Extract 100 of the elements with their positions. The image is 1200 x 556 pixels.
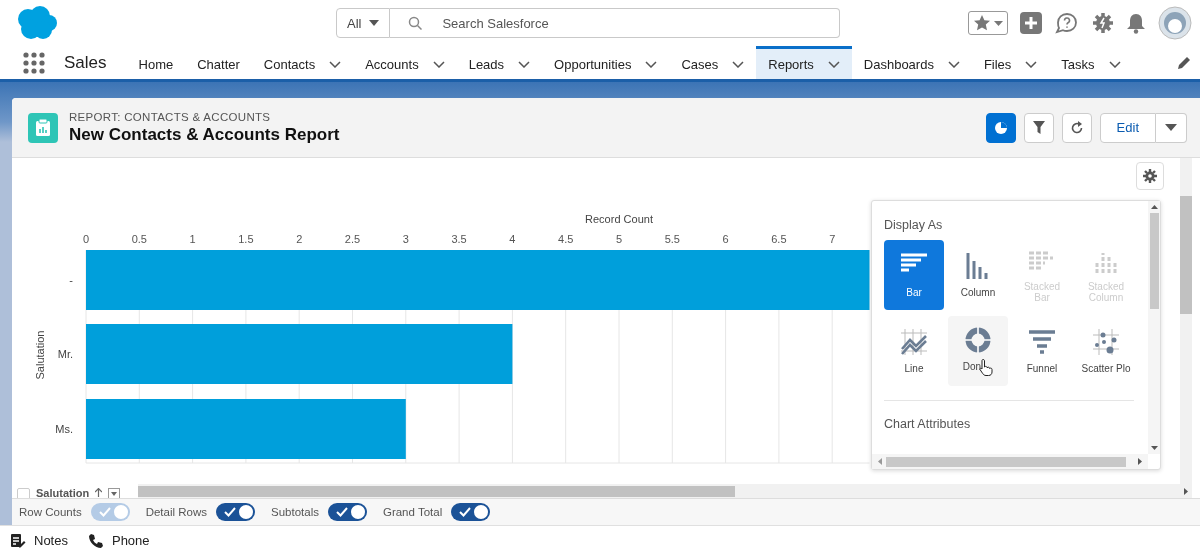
donut-chart-icon	[965, 326, 991, 353]
toggle-switch[interactable]	[327, 503, 367, 521]
select-all-checkbox[interactable]	[17, 488, 30, 498]
scatter-chart-icon	[1093, 328, 1119, 355]
check-icon	[224, 507, 236, 517]
nav-tab[interactable]: Tasks	[1049, 46, 1133, 79]
check-icon	[335, 507, 348, 517]
app-launcher-icon[interactable]	[23, 51, 45, 74]
column-menu-icon[interactable]	[108, 488, 121, 498]
axis-tick-label: 5.5	[664, 233, 680, 245]
scroll-down-icon[interactable]	[1150, 446, 1158, 450]
avatar-icon[interactable]	[1158, 6, 1192, 40]
caret-icon	[369, 20, 380, 26]
axis-tick-label: 2	[296, 233, 303, 245]
chart-type-option[interactable]: Funnel	[1012, 316, 1072, 386]
check-icon	[98, 507, 111, 517]
axis-tick-label: 7	[829, 233, 836, 245]
help-icon[interactable]	[1054, 12, 1080, 34]
category-label: Ms.	[55, 423, 73, 435]
axis-title: Record Count	[585, 213, 653, 225]
vertical-scrollbar[interactable]	[1180, 158, 1192, 484]
scroll-left-icon[interactable]	[878, 458, 882, 465]
toggle-switch[interactable]	[451, 503, 491, 521]
nav-tab[interactable]: Cases	[669, 46, 757, 79]
filter-icon	[1032, 121, 1045, 134]
chevron-down-icon[interactable]	[1108, 60, 1121, 68]
option-label: Bar	[906, 286, 922, 298]
nav-tab[interactable]: Accounts	[353, 46, 457, 79]
chart-settings-button[interactable]	[1136, 162, 1164, 190]
column-header[interactable]: Salutation	[36, 488, 90, 498]
nav-tab[interactable]: Opportunities	[542, 46, 670, 79]
chart-type-option[interactable]: Column	[948, 240, 1008, 310]
chart-type-option[interactable]: Don	[948, 316, 1008, 386]
chart-type-option[interactable]: Scatter Plo	[1076, 316, 1136, 386]
toggle-label: Row Counts	[19, 506, 82, 518]
search-field[interactable]: Search Salesforce	[390, 8, 840, 38]
search-icon	[408, 16, 423, 30]
nav-tab[interactable]: Contacts	[251, 46, 354, 79]
chevron-down-icon[interactable]	[329, 60, 342, 68]
option-label: Don	[962, 360, 982, 372]
nav-tab[interactable]: Reports	[756, 46, 852, 79]
category-label: Mr.	[57, 348, 73, 360]
edit-pencil-icon[interactable]	[1176, 54, 1192, 71]
report-type-label: REPORT: CONTACTS & ACCOUNTS	[69, 110, 272, 123]
option-label: Column	[960, 286, 996, 298]
check-icon	[459, 507, 472, 517]
edit-button[interactable]: Edit	[1099, 112, 1156, 143]
chart-toggle-button[interactable]	[985, 112, 1016, 143]
axis-tick-label: 4.5	[558, 233, 574, 245]
toggle-switch[interactable]	[216, 503, 255, 521]
refresh-icon	[1069, 120, 1084, 135]
nav-tab[interactable]: Chatter	[185, 46, 252, 79]
axis-tick-label: 1	[189, 233, 196, 245]
chart-type-option[interactable]: Bar	[884, 240, 944, 310]
scroll-right-icon[interactable]	[1138, 458, 1142, 465]
scroll-up-icon[interactable]	[1150, 205, 1158, 209]
add-icon[interactable]	[1020, 12, 1042, 34]
horizontal-scrollbar[interactable]	[872, 454, 1148, 469]
report-title: New Contacts & Accounts Report	[69, 124, 340, 145]
notification-bell-icon[interactable]	[1126, 12, 1146, 34]
notes-icon	[10, 532, 26, 549]
nav-tab[interactable]: Dashboards	[851, 46, 972, 79]
nav-tab[interactable]: Leads	[456, 46, 543, 79]
app-name: Sales	[64, 52, 107, 73]
toggle-label: Subtotals	[271, 506, 319, 518]
pie-chart-icon	[993, 120, 1008, 135]
sort-ascending-icon[interactable]	[95, 488, 103, 497]
column-chart-icon	[965, 252, 991, 279]
phone-icon	[87, 532, 104, 549]
more-actions-button[interactable]	[1156, 112, 1187, 143]
toggle-label: Detail Rows	[145, 506, 207, 518]
chart-type-option[interactable]: Line	[884, 316, 944, 386]
funnel-chart-icon	[1029, 328, 1055, 355]
option-label: Funnel	[1026, 362, 1058, 374]
chevron-down-icon[interactable]	[645, 60, 658, 68]
chevron-down-icon[interactable]	[1025, 60, 1038, 68]
favorites-button[interactable]	[968, 11, 1008, 35]
category-label: -	[69, 274, 73, 286]
section-heading: Chart Attributes	[884, 417, 972, 431]
nav-tab[interactable]: Files	[971, 46, 1050, 79]
chevron-down-icon[interactable]	[732, 60, 745, 68]
scroll-right-icon[interactable]	[1184, 487, 1188, 495]
refresh-button[interactable]	[1061, 112, 1092, 143]
axis-title: Salutation	[34, 330, 46, 380]
chevron-down-icon[interactable]	[827, 60, 840, 68]
axis-tick-label: 2.5	[344, 233, 361, 245]
horizontal-scrollbar[interactable]	[138, 484, 1192, 498]
report-icon	[28, 112, 58, 143]
chevron-down-icon[interactable]	[518, 60, 531, 68]
filter-button[interactable]	[1023, 112, 1054, 143]
chevron-down-icon[interactable]	[432, 60, 445, 68]
vertical-scrollbar[interactable]	[1148, 201, 1160, 454]
chevron-down-icon[interactable]	[947, 60, 960, 68]
axis-tick-label: 6.5	[771, 233, 787, 245]
nav-tab[interactable]: Home	[126, 46, 186, 79]
axis-tick-label: 5	[615, 233, 623, 245]
settings-icon[interactable]	[1092, 12, 1114, 34]
search-scope-dropdown[interactable]: All	[336, 8, 391, 38]
utility-phone-button[interactable]: Phone	[87, 532, 150, 549]
utility-notes-button[interactable]: Notes	[10, 532, 68, 549]
